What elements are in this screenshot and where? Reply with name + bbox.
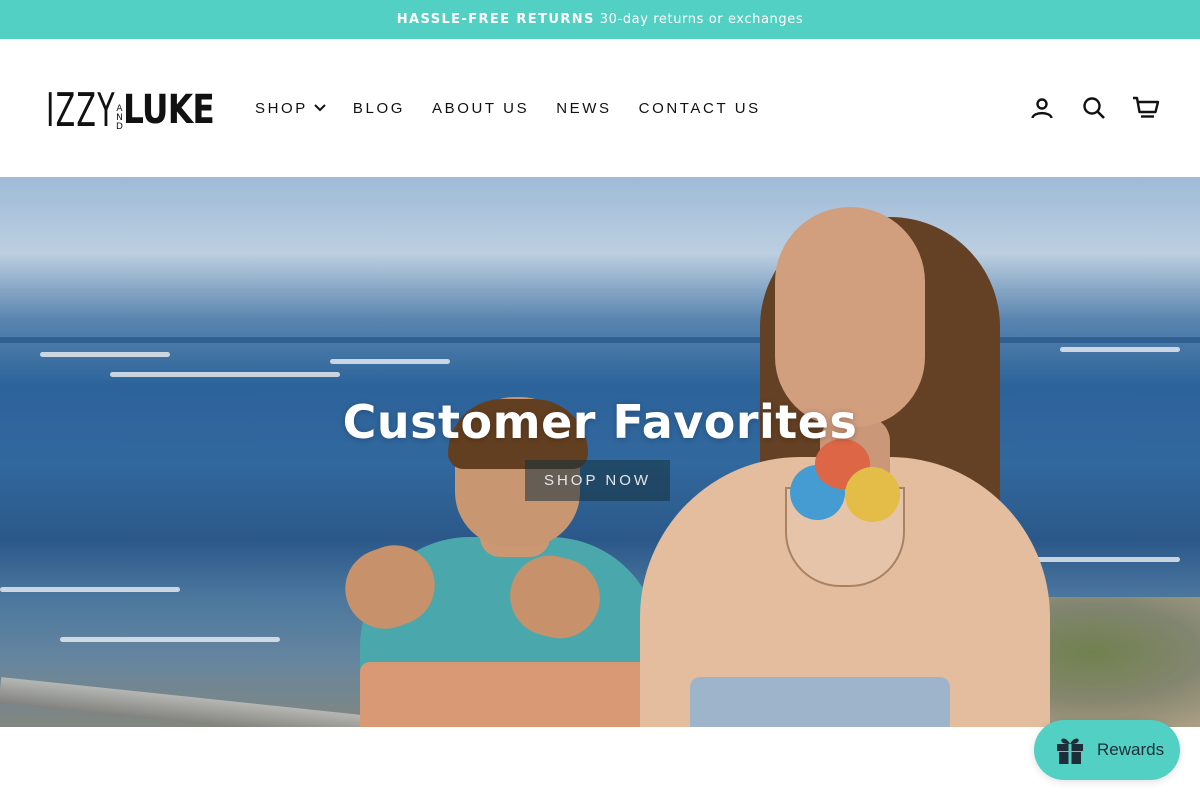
announcement-bold: HASSLE-FREE RETURNS	[396, 12, 595, 27]
header-actions	[1004, 95, 1160, 121]
nav-shop[interactable]: SHOP	[255, 100, 326, 117]
account-button[interactable]	[1028, 94, 1056, 122]
cart-button[interactable]	[1132, 94, 1160, 122]
logo-izzy-text: IZZY	[46, 83, 116, 137]
rewards-label: Rewards	[1097, 740, 1165, 759]
nav-shop-label: SHOP	[255, 99, 308, 117]
logo-and-text: A N D	[116, 103, 123, 132]
chevron-down-icon	[314, 104, 326, 112]
logo-luke-text: LUKE	[122, 87, 215, 133]
hero-overlay	[0, 177, 1200, 727]
site-header: IZZY A N D LUKE SHOP BLOG ABOUT US NEWS …	[0, 39, 1200, 177]
search-button[interactable]	[1080, 94, 1108, 122]
announcement-text: 30-day returns or exchanges	[599, 12, 804, 27]
announcement-bar: HASSLE-FREE RETURNS 30-day returns or ex…	[0, 0, 1200, 39]
nav-blog[interactable]: BLOG	[353, 100, 405, 117]
gift-icon	[1057, 738, 1083, 764]
rewards-launcher[interactable]: Rewards	[1034, 720, 1180, 780]
site-logo[interactable]: IZZY A N D LUKE	[46, 75, 221, 145]
main-nav: SHOP BLOG ABOUT US NEWS CONTACT US	[255, 97, 788, 119]
search-icon	[1083, 97, 1105, 119]
nav-contact-us[interactable]: CONTACT US	[639, 100, 761, 117]
shop-now-button[interactable]: SHOP NOW	[525, 460, 670, 501]
hero-banner: Customer Favorites SHOP NOW	[0, 177, 1200, 727]
cart-icon	[1133, 96, 1160, 118]
nav-news[interactable]: NEWS	[556, 100, 611, 117]
nav-about-us[interactable]: ABOUT US	[432, 100, 529, 117]
user-icon	[1031, 98, 1053, 119]
hero-title: Customer Favorites	[342, 395, 858, 449]
